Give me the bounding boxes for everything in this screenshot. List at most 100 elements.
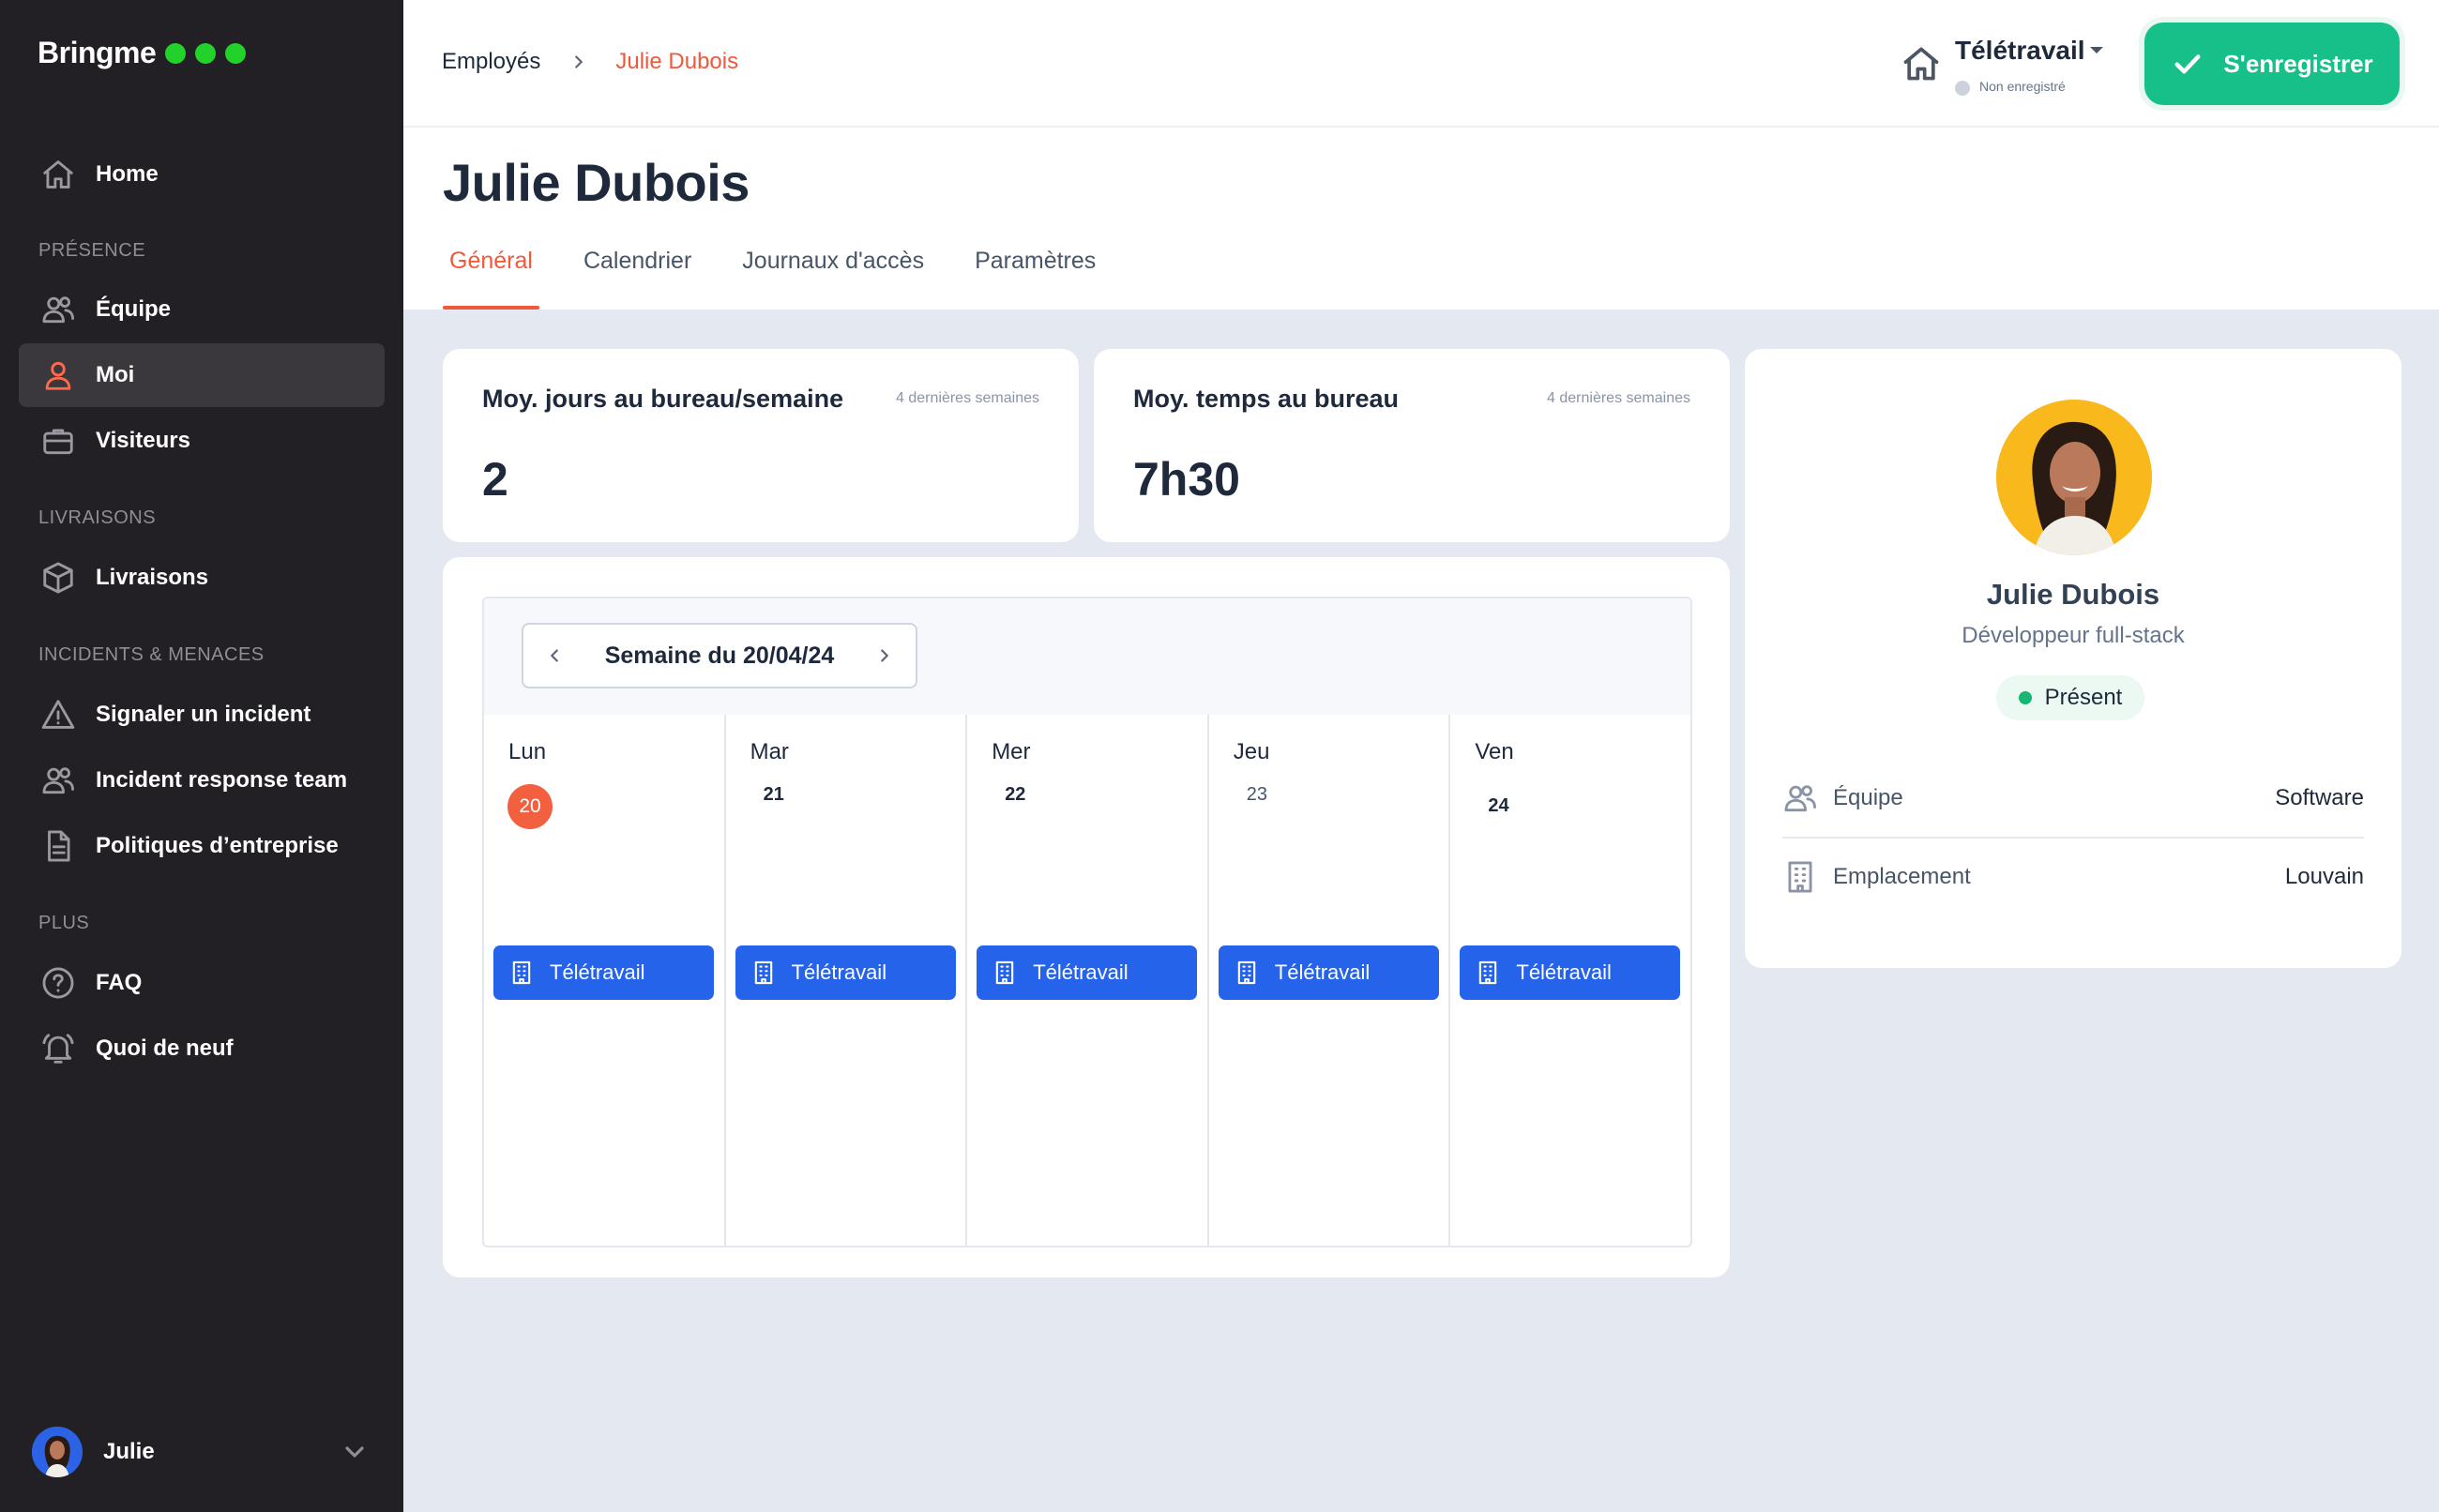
profile-row-team: Équipe Software [1782, 760, 2364, 837]
profile-row-label: Équipe [1833, 785, 1903, 810]
profile-name: Julie Dubois [1986, 578, 2160, 611]
section-title-incidents: INCIDENTS & MENACES [38, 644, 265, 665]
sidebar-item-visiteurs[interactable]: Visiteurs [19, 409, 385, 473]
status-badge: Présent [1996, 675, 2144, 720]
section-title-presence: PRÉSENCE [38, 240, 146, 261]
calendar-day-column[interactable]: Lun 20 Télétravail [484, 715, 726, 1246]
top-bar: Employés Julie Dubois Télétravail Non en… [403, 0, 2439, 128]
sidebar-item-equipe[interactable]: Équipe [19, 278, 385, 341]
sidebar-item-moi[interactable]: Moi [19, 343, 385, 407]
event-label: Télétravail [550, 960, 645, 984]
stat-note: 4 dernières semaines [1547, 390, 1690, 406]
avatar [32, 1427, 83, 1477]
sidebar-item-label: Politiques d’entreprise [96, 833, 339, 858]
event-label: Télétravail [791, 960, 887, 984]
section-title-plus: PLUS [38, 913, 90, 933]
calendar-day-column[interactable]: Mer 22 Télétravail [967, 715, 1209, 1246]
profile-card: Julie Dubois Développeur full-stack Prés… [1745, 349, 2401, 968]
sidebar-item-home[interactable]: Home [19, 143, 385, 206]
building-icon [1475, 960, 1501, 986]
chevron-left-icon[interactable] [523, 625, 585, 687]
home-icon [39, 156, 77, 193]
stat-card-days-in-office: Moy. jours au bureau/semaine 4 dernières… [443, 349, 1079, 542]
teletravail-event[interactable]: Télétravail [1460, 945, 1681, 1000]
sidebar-item-label: Livraisons [96, 565, 209, 590]
brand-name: Bringme [38, 36, 157, 69]
check-in-button[interactable]: S'enregistrer [2144, 23, 2400, 105]
brand-logo[interactable]: Bringme [38, 36, 247, 70]
day-name: Lun [508, 739, 547, 764]
day-name: Mer [992, 739, 1031, 764]
sidebar-item-label: Équipe [96, 296, 172, 322]
chevron-down-icon[interactable] [340, 1437, 370, 1467]
document-icon [39, 827, 77, 865]
sidebar-item-label: Incident response team [96, 767, 348, 793]
user-name: Julie [103, 1439, 155, 1464]
users-icon [39, 291, 77, 328]
profile-row-label: Emplacement [1833, 864, 1971, 889]
sidebar-item-label: Moi [96, 362, 135, 387]
calendar-day-column[interactable]: Mar 21 Télétravail [726, 715, 968, 1246]
sidebar-item-label: FAQ [96, 970, 143, 995]
day-name: Ven [1475, 739, 1514, 764]
day-date: 24 [1488, 795, 1509, 816]
stat-value: 2 [482, 453, 508, 506]
week-label: Semaine du 20/04/24 [604, 642, 835, 669]
user-menu[interactable]: Julie [32, 1424, 370, 1480]
teletravail-event[interactable]: Télétravail [1218, 945, 1439, 1000]
calendar-day-column[interactable]: Jeu 23 Télétravail [1209, 715, 1451, 1246]
chevron-right-icon[interactable] [854, 625, 916, 687]
day-name: Mar [750, 739, 789, 764]
sidebar-item-politiques[interactable]: Politiques d’entreprise [19, 814, 385, 878]
calendar-header: Semaine du 20/04/24 [484, 598, 1690, 715]
breadcrumb-current: Julie Dubois [615, 49, 739, 74]
breadcrumb-parent-link[interactable]: Employés [442, 49, 540, 75]
sidebar-item-faq[interactable]: FAQ [19, 951, 385, 1015]
tab-parametres[interactable]: Paramètres [968, 248, 1102, 310]
building-icon [750, 960, 777, 986]
building-icon [1234, 960, 1260, 986]
chevron-right-icon [568, 52, 589, 72]
event-label: Télétravail [1516, 960, 1612, 984]
work-status-dropdown[interactable]: Télétravail Non enregistré [1901, 28, 2126, 103]
avatar [1996, 400, 2152, 555]
sidebar-item-livraisons[interactable]: Livraisons [19, 546, 385, 610]
week-calendar: Semaine du 20/04/24 Lun 20 Télétravail M… [482, 597, 1692, 1247]
profile-row-value: Software [2275, 785, 2364, 810]
sidebar: Bringme Home PRÉSENCE Équipe Moi Visiteu… [0, 0, 403, 1512]
package-icon [39, 559, 77, 597]
teletravail-event[interactable]: Télétravail [977, 945, 1198, 1000]
profile-role: Développeur full-stack [1962, 623, 2185, 648]
calendar-day-column[interactable]: Ven 24 Télétravail [1450, 715, 1690, 1246]
page-title: Julie Dubois [443, 153, 750, 212]
home-icon [1901, 43, 1942, 84]
day-date-today: 20 [507, 784, 553, 829]
profile-row-location: Emplacement Louvain [1782, 839, 2364, 915]
sidebar-item-label: Signaler un incident [96, 702, 311, 727]
status-badge-label: Présent [2044, 685, 2123, 710]
day-date: 23 [1246, 784, 1268, 805]
week-navigator: Semaine du 20/04/24 [522, 623, 917, 688]
users-icon [1782, 780, 1818, 816]
sidebar-item-signaler-incident[interactable]: Signaler un incident [19, 683, 385, 747]
building-icon [1782, 859, 1818, 895]
day-name: Jeu [1233, 739, 1270, 764]
stat-title: Moy. temps au bureau [1133, 385, 1400, 413]
sidebar-item-incident-response-team[interactable]: Incident response team [19, 748, 385, 812]
tab-general[interactable]: Général [443, 248, 539, 310]
event-label: Télétravail [1033, 960, 1129, 984]
teletravail-event[interactable]: Télétravail [493, 945, 714, 1000]
help-icon [39, 964, 77, 1002]
work-status-subtitle: Non enregistré [1979, 79, 2066, 94]
sidebar-item-quoi-de-neuf[interactable]: Quoi de neuf [19, 1017, 385, 1081]
tab-journaux-acces[interactable]: Journaux d'accès [735, 248, 931, 310]
stat-note: 4 dernières semaines [896, 390, 1039, 406]
page-header: Employés Julie Dubois Télétravail Non en… [403, 0, 2439, 310]
teletravail-event[interactable]: Télétravail [735, 945, 956, 1000]
calendar-days: Lun 20 Télétravail Mar 21 Télétravail Me… [484, 715, 1690, 1246]
event-label: Télétravail [1274, 960, 1371, 984]
caret-down-icon [2090, 47, 2103, 53]
tab-calendrier[interactable]: Calendrier [577, 248, 698, 310]
status-dot [2018, 691, 2032, 704]
day-date: 22 [1005, 784, 1026, 805]
